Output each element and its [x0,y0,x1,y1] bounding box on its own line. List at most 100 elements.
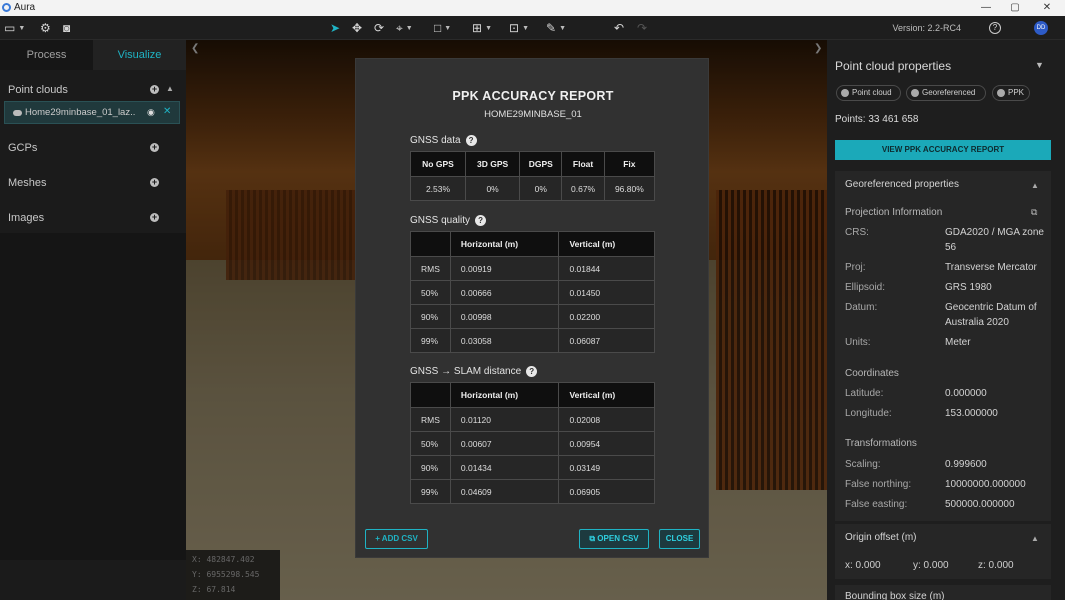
table-cell: 99% [410,479,451,504]
false-northing-label: False northing: [845,479,912,490]
avatar[interactable]: DD [1034,21,1048,35]
copy-icon[interactable]: ⧉ [1031,207,1037,218]
left-panel-empty [0,233,186,560]
card-heading[interactable]: Georeferenced properties [845,179,959,190]
card-heading[interactable]: Origin offset (m) [845,532,917,543]
add-csv-button[interactable]: + ADD CSV [365,529,428,549]
window-titlebar: Aura — ▢ ✕ [0,0,1065,16]
table-cell: RMS [410,256,451,281]
table-header: Vertical (m) [558,231,655,257]
table-cell: 0.00998 [449,304,560,329]
offset-y: y: 0.000 [913,560,949,571]
table-cell: 0.01450 [558,280,655,305]
gear-icon[interactable]: ⚙ [40,21,51,36]
proj-label: Proj: [845,262,866,273]
table-cell: 50% [410,431,451,456]
crs-label: CRS: [845,227,869,238]
help-icon[interactable]: ? [526,366,538,377]
table-cell: 0.00954 [558,431,655,456]
table-header: Vertical (m) [558,382,655,408]
section-meshes[interactable]: Meshes + [0,169,186,199]
tab-process[interactable]: Process [0,40,93,70]
globe-icon [911,89,919,97]
gnss-data-heading: GNSS data? [410,135,477,146]
dialog-title: PPK ACCURACY REPORT [452,89,614,103]
ruler-icon[interactable]: ✎ ▼ [546,21,566,36]
help-icon[interactable]: ? [475,215,487,226]
card-heading[interactable]: Bounding box size (m) [845,591,945,600]
eye-icon[interactable]: ◉ [147,107,155,118]
table-row: 50% 0.00666 0.01450 [410,280,655,305]
false-northing-value: 10000000.000000 [945,479,1026,490]
right-panel: Point cloud properties ▼ Point cloud Geo… [827,40,1065,600]
latitude-label: Latitude: [845,388,884,399]
add-icon[interactable]: + [150,85,159,94]
list-item[interactable]: Home29minbase_01_laz... ◉ ✕ [4,101,180,124]
view-ppk-report-button[interactable]: VIEW PPK ACCURACY REPORT [835,140,1051,160]
section-label: GNSS quality [410,215,471,226]
undo-icon[interactable]: ↶ [614,21,624,36]
folder-icon[interactable]: ▭ ▼ [4,21,25,36]
scaling-value: 0.999600 [945,459,987,470]
selection-box-icon[interactable]: □ ▼ [434,21,451,36]
section-gcps[interactable]: GCPs + [0,134,186,164]
table-header: Horizontal (m) [449,231,560,257]
table-cell: 0.01434 [449,455,560,480]
camera-icon[interactable]: ◙ [63,21,70,36]
table-cell: 90% [410,304,451,329]
gnss-data-table: No GPS 3D GPS DGPS Float Fix 2.53% 0% 0%… [410,151,656,201]
section-images[interactable]: Images + [0,204,186,234]
add-icon[interactable]: + [150,178,159,187]
table-cell: 0.03058 [449,328,560,353]
table-cell: 0.02200 [558,304,655,329]
focus-icon[interactable]: ⊡ ▼ [509,21,529,36]
projection-heading: Projection Information [845,207,943,218]
maximize-button[interactable]: ▢ [1001,0,1029,16]
add-icon[interactable]: + [150,213,159,222]
table-cell: 0.06905 [558,479,655,504]
navigate-icon[interactable]: ➤ [330,21,340,36]
table-row: 99% 0.03058 0.06087 [410,328,655,353]
origin-offset-card: Origin offset (m) ▲ x: 0.000 y: 0.000 z:… [835,524,1051,579]
measure-tool-icon[interactable]: ⌖ ▼ [396,21,413,36]
datum-label: Datum: [845,302,878,313]
tab-visualize[interactable]: Visualize [93,40,186,70]
version-label: Version: 2.2-RC4 [892,23,961,33]
gnss-quality-table: Horizontal (m) Vertical (m) RMS 0.00919 … [410,231,655,353]
chevron-down-icon[interactable]: ▼ [1035,60,1044,70]
table-cell: 0.01844 [558,256,655,281]
main-toolbar: ▭ ▼ ⚙ ◙ ➤ ✥ ⟳ ⌖ ▼ □ ▼ ⊞ ▼ ⊡ ▼ ✎ ▼ ↶ ↷ Version:… [0,16,1065,40]
close-dialog-button[interactable]: CLOSE [659,529,700,549]
grid-icon[interactable]: ⊞ ▼ [472,21,492,36]
table-cell: 0.03149 [558,455,655,480]
units-value: Meter [945,337,971,348]
table-cell: 96.80% [603,176,656,201]
chevron-up-icon[interactable]: ▲ [166,84,174,93]
table-cell: 0% [464,176,521,201]
points-count: Points: 33 461 658 [835,114,919,125]
table-row: 90% 0.00998 0.02200 [410,304,655,329]
table-cell: RMS [410,407,451,432]
redo-icon[interactable]: ↷ [637,21,647,36]
table-header: Float [561,151,605,177]
add-icon[interactable]: + [150,143,159,152]
chevron-up-icon[interactable]: ▲ [1031,534,1039,543]
move-icon[interactable]: ✥ [352,21,362,36]
close-window-button[interactable]: ✕ [1033,0,1061,16]
minimize-button[interactable]: — [972,0,1000,16]
help-icon[interactable]: ? [465,135,477,146]
section-label: Point clouds [8,84,68,96]
cloud-icon [841,89,849,97]
button-label: OPEN CSV [597,534,639,543]
table-cell: 0.00607 [449,431,560,456]
bounding-box-card: Bounding box size (m) [835,585,1051,600]
panel-title: Point cloud properties [835,59,952,73]
close-icon[interactable]: ✕ [163,106,171,117]
crs-value: GDA2020 / MGA zone 56 [945,227,1044,253]
rotate-icon[interactable]: ⟳ [374,21,384,36]
open-csv-button[interactable]: ⧉ OPEN CSV [579,529,649,549]
georeferenced-properties-card: Georeferenced properties ▲ Projection In… [835,171,1051,521]
section-label: GNSS → SLAM distance [410,366,522,377]
chevron-up-icon[interactable]: ▲ [1031,181,1039,190]
help-icon[interactable]: ? [989,22,1001,34]
